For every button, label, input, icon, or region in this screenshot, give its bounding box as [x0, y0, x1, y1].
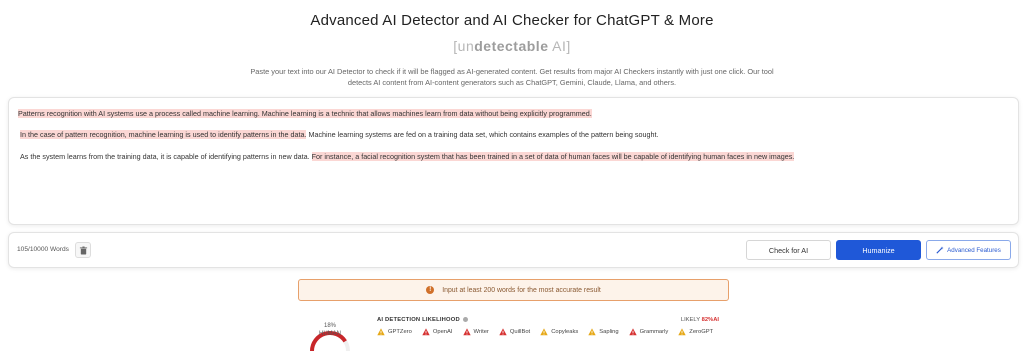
- word-count-notice: ! Input at least 200 words for the most …: [298, 279, 729, 301]
- trash-icon: [79, 246, 88, 255]
- word-count: 105/10000 Words: [17, 246, 69, 253]
- check-for-ai-button[interactable]: Check for AI: [746, 240, 831, 260]
- detector-name: Sapling: [599, 329, 619, 335]
- advanced-features-button[interactable]: Advanced Features: [926, 240, 1011, 260]
- detector-name: OpenAI: [432, 329, 453, 335]
- paragraph-2: In the case of pattern recognition, mach…: [20, 130, 659, 139]
- warning-icon: [678, 328, 686, 336]
- brand-logo: [undetectable AI]: [453, 38, 571, 54]
- human-percentage: 18%: [323, 323, 336, 329]
- warning-icon: [377, 328, 385, 336]
- likely-ai-result: LIKELY 82%AI: [680, 317, 719, 323]
- paragraph-3: As the system learns from the training d…: [20, 152, 795, 161]
- warning-icon: [588, 328, 596, 336]
- info-icon: !: [426, 286, 435, 294]
- warning-icon: [422, 328, 430, 336]
- detector-list: GPTZero OpenAI Writer QuillBot Copyleaks Sapl…: [377, 328, 713, 336]
- detector-name: GPTZero: [388, 329, 412, 335]
- human-label: HUMAN: [319, 331, 341, 337]
- detector-copyleaks: Copyleaks: [540, 328, 578, 336]
- humanize-button[interactable]: Humanize: [836, 240, 921, 260]
- warning-icon: [462, 328, 471, 336]
- detector-sapling: Sapling: [588, 328, 619, 336]
- editor-toolbar: 105/10000 Words Check for AI Humanize Ad…: [8, 232, 1019, 268]
- page-description: Paste your text into our AI Detector to …: [250, 67, 774, 87]
- detector-quillbot: QuillBot: [499, 328, 530, 336]
- warning-icon: [499, 328, 507, 336]
- detector-name: Copyleaks: [551, 329, 579, 335]
- warning-icon: [628, 328, 637, 336]
- notice-text: Input at least 200 words for the most ac…: [442, 286, 601, 294]
- paragraph-1: Patterns recognition with AI systems use…: [18, 109, 592, 118]
- warning-icon: [540, 328, 548, 336]
- ai-likelihood-title: AI DETECTION LIKELIHOOD: [377, 317, 468, 323]
- advanced-features-label: Advanced Features: [947, 246, 1001, 254]
- detector-name: Writer: [473, 329, 489, 335]
- detector-name: QuillBot: [509, 329, 531, 335]
- clear-text-button[interactable]: [75, 242, 91, 258]
- text-input-area[interactable]: Patterns recognition with AI systems use…: [8, 97, 1019, 225]
- magic-wand-icon: [936, 246, 944, 254]
- info-icon[interactable]: [462, 317, 468, 322]
- detector-grammarly: Grammarly: [628, 328, 669, 336]
- detector-name: ZeroGPT: [689, 329, 714, 335]
- page-title: Advanced AI Detector and AI Checker for …: [310, 12, 714, 29]
- detector-writer: Writer: [462, 328, 489, 336]
- detector-gptzero: GPTZero: [377, 328, 412, 336]
- detector-openai: OpenAI: [422, 328, 453, 336]
- detector-zerogpt: ZeroGPT: [678, 328, 713, 336]
- detector-name: Grammarly: [639, 329, 669, 335]
